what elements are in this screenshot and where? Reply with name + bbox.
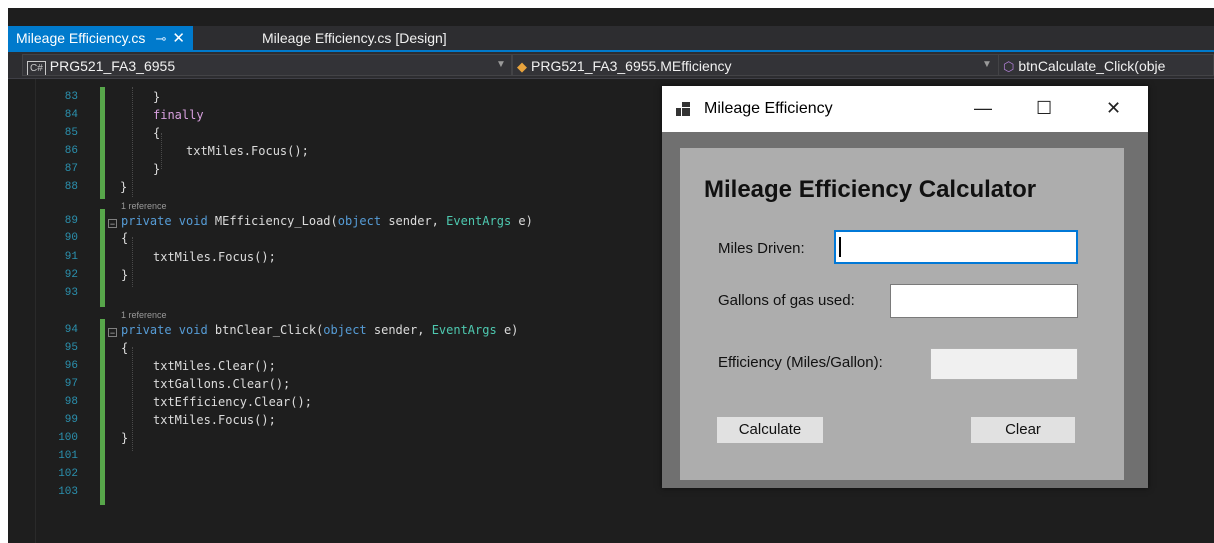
line-number: 94 [64,324,78,336]
form-heading: Mileage Efficiency Calculator [704,176,1037,203]
code-line: } [121,431,129,445]
indent-guide [161,133,162,169]
line-number: 102 [58,468,78,480]
close-icon[interactable]: ✕ [172,30,185,47]
project-name: PRG521_FA3_6955 [49,58,176,74]
method-icon: ⬡ [1003,59,1015,74]
chevron-down-icon[interactable]: ▼ [496,54,506,76]
line-number: 86 [64,145,78,157]
line-number: 103 [58,486,78,498]
maximize-icon[interactable]: ☐ [1036,98,1052,119]
code-line: txtMiles.Clear(); [153,359,276,373]
class-icon: ◆ [517,59,527,74]
code-line: { [121,341,129,355]
line-number: 100 [58,432,78,444]
window-title: Mileage Efficiency [704,100,833,117]
navigation-bar: C# PRG521_FA3_6955 ▼ ◆ PRG521_FA3_6955.MEf… [8,52,1214,79]
form-app-icon [676,102,690,116]
close-icon[interactable]: ✕ [1106,98,1121,119]
class-dropdown[interactable]: ◆ PRG521_FA3_6955.MEfficiency [512,54,1000,76]
tab-mileage-efficiency-cs[interactable]: Mileage Efficiency.cs ⊸ ✕ [8,26,193,50]
document-tab-bar: Mileage Efficiency.cs ⊸ ✕ Mileage Efficien… [8,26,1214,52]
codelens-references[interactable]: 1 reference [121,201,167,211]
change-indicator [100,319,105,505]
class-name: PRG521_FA3_6955.MEfficiency [531,58,732,74]
calculate-button[interactable]: Calculate [716,416,824,444]
line-number: 101 [58,450,78,462]
member-dropdown[interactable]: ⬡ btnCalculate_Click(obje [998,54,1214,76]
line-number: 93 [64,287,78,299]
collapse-icon[interactable]: − [108,219,117,229]
line-number: 89 [64,215,78,227]
code-line: { [153,126,161,140]
code-line: txtGallons.Clear(); [153,377,291,391]
project-dropdown[interactable]: C# PRG521_FA3_6955 [22,54,512,76]
line-number: 91 [64,251,78,263]
line-number: 97 [64,378,78,390]
chevron-down-icon[interactable]: ▼ [982,54,992,76]
line-number: 95 [64,342,78,354]
line-number: 84 [64,109,78,121]
line-number: 96 [64,360,78,372]
code-line: txtEfficiency.Clear(); [153,395,312,409]
code-line: private void MEfficiency_Load(object sen… [121,214,533,228]
code-line: } [153,162,161,176]
line-number: 90 [64,232,78,244]
line-number: 99 [64,414,78,426]
code-line: { [121,231,129,245]
gallons-label: Gallons of gas used: [718,292,855,309]
efficiency-output[interactable] [930,348,1078,380]
line-number: 85 [64,127,78,139]
tab-label: Mileage Efficiency.cs [Design] [262,30,447,46]
clear-button[interactable]: Clear [970,416,1076,444]
member-name: btnCalculate_Click(obje [1018,58,1166,74]
line-number: 83 [64,91,78,103]
code-line: txtMiles.Focus(); [186,144,309,158]
line-number: 92 [64,269,78,281]
csharp-file-icon: C# [27,61,46,75]
miles-driven-label: Miles Driven: [718,240,805,257]
indent-guide [132,237,133,287]
mileage-efficiency-window: Mileage Efficiency — ☐ ✕ Mileage Efficie… [662,86,1148,488]
line-number: 88 [64,181,78,193]
minimize-icon[interactable]: — [974,98,992,119]
editor-margin [8,79,36,543]
miles-driven-input[interactable] [834,230,1078,264]
tab-label: Mileage Efficiency.cs [16,30,146,46]
change-indicator [100,87,105,199]
text-caret [839,237,841,257]
window-title-bar[interactable]: Mileage Efficiency — ☐ ✕ [662,86,1148,132]
efficiency-label: Efficiency (Miles/Gallon): [718,354,883,371]
tab-mileage-efficiency-design[interactable]: Mileage Efficiency.cs [Design] [254,26,455,50]
code-line: } [153,90,161,104]
line-number: 98 [64,396,78,408]
indent-guide [132,87,133,197]
code-line: txtMiles.Focus(); [153,250,276,264]
pin-icon[interactable]: ⊸ [155,31,166,46]
code-line: private void btnClear_Click(object sende… [121,323,519,337]
collapse-icon[interactable]: − [108,328,117,338]
change-indicator [100,209,105,307]
code-line: } [121,268,129,282]
codelens-references[interactable]: 1 reference [121,310,167,320]
line-number: 87 [64,163,78,175]
form-client-area: Mileage Efficiency Calculator Miles Driv… [680,148,1124,480]
indent-guide [132,347,133,451]
gallons-input[interactable] [890,284,1078,318]
code-line: txtMiles.Focus(); [153,413,276,427]
code-line: finally [153,108,204,122]
code-line: } [120,180,128,194]
